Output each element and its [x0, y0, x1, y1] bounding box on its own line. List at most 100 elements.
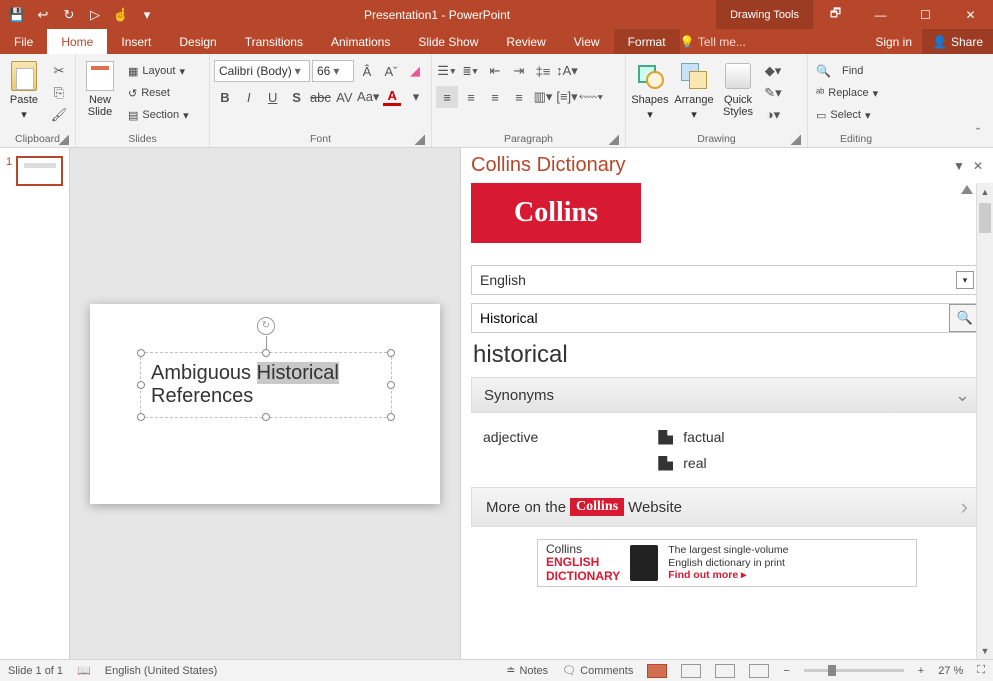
copy-button[interactable]: ⎘	[48, 82, 70, 104]
scroll-down-button[interactable]: ▼	[977, 642, 993, 659]
shadow-button[interactable]: S	[286, 86, 308, 108]
spell-check-icon[interactable]: 📖	[77, 664, 91, 677]
selection-handle[interactable]	[387, 349, 395, 357]
align-left-button[interactable]: ≡	[436, 86, 458, 108]
layout-button[interactable]: ▦ Layout ▾	[124, 60, 193, 82]
ribbon-display-options-button[interactable]: 🗗	[813, 0, 858, 29]
increase-indent-button[interactable]: ⇥	[508, 60, 530, 82]
tell-me-search[interactable]: 💡 Tell me...	[680, 29, 756, 54]
tab-design[interactable]: Design	[165, 29, 230, 54]
zoom-slider-thumb[interactable]	[828, 665, 836, 676]
tab-file[interactable]: File	[0, 29, 47, 54]
bold-button[interactable]: B	[214, 86, 236, 108]
bullets-button[interactable]: ☰▾	[436, 60, 458, 82]
cut-button[interactable]: ✂	[48, 60, 70, 82]
zoom-level[interactable]: 27 %	[938, 665, 963, 677]
taskpane-up-arrow-icon[interactable]	[961, 185, 973, 194]
decrease-indent-button[interactable]: ⇤	[484, 60, 506, 82]
tab-insert[interactable]: Insert	[107, 29, 165, 54]
more-on-website-button[interactable]: More on the Collins Website ›	[471, 487, 983, 527]
title-textbox[interactable]: ↻ Ambiguous Historical References	[140, 352, 392, 418]
shape-effects-button[interactable]: ◑▾	[762, 104, 784, 126]
numbering-button[interactable]: ≣▾	[460, 60, 482, 82]
collapse-ribbon-button[interactable]: ˆ	[967, 121, 989, 143]
selection-handle[interactable]	[387, 413, 395, 421]
shapes-button[interactable]: Shapes▾	[630, 60, 670, 121]
format-painter-button[interactable]: 🖌	[48, 104, 70, 126]
italic-button[interactable]: I	[238, 86, 260, 108]
rotate-handle[interactable]: ↻	[257, 317, 275, 335]
select-button[interactable]: ▭ Select ▾	[812, 104, 900, 126]
arrange-button[interactable]: Arrange▾	[674, 60, 714, 121]
selection-handle[interactable]	[137, 413, 145, 421]
change-case-button[interactable]: Aa▾	[357, 86, 379, 108]
tab-transitions[interactable]: Transitions	[231, 29, 317, 54]
text-direction-button[interactable]: ↕A▾	[556, 60, 578, 82]
zoom-in-button[interactable]: +	[918, 665, 924, 677]
normal-view-button[interactable]	[647, 664, 667, 678]
font-size-combo[interactable]: 66▾	[312, 60, 354, 82]
tab-home[interactable]: Home	[47, 29, 107, 54]
slide-thumbnail-1[interactable]: 1	[6, 156, 63, 186]
font-color-button[interactable]: A	[381, 86, 403, 108]
line-spacing-button[interactable]: ‡≡	[532, 60, 554, 82]
slide-thumbnail-pane[interactable]: 1	[0, 148, 70, 659]
quick-styles-button[interactable]: Quick Styles	[718, 60, 758, 118]
justify-button[interactable]: ≡	[508, 86, 530, 108]
decrease-font-button[interactable]: Aˇ	[380, 60, 402, 82]
align-text-button[interactable]: [≡]▾	[556, 86, 578, 108]
zoom-slider[interactable]	[804, 669, 904, 672]
synonyms-header[interactable]: Synonyms ⌄	[471, 377, 983, 413]
maximize-button[interactable]: ☐	[903, 0, 948, 29]
taskpane-close-button[interactable]: ✕	[973, 159, 983, 173]
clipboard-dialog-launcher[interactable]	[59, 135, 69, 145]
selection-handle[interactable]	[262, 413, 270, 421]
slide[interactable]: ↻ Ambiguous Historical References	[90, 304, 440, 504]
strikethrough-button[interactable]: abc	[310, 86, 332, 108]
align-right-button[interactable]: ≡	[484, 86, 506, 108]
new-slide-button[interactable]: New Slide	[80, 60, 120, 118]
columns-button[interactable]: ▥▾	[532, 86, 554, 108]
share-button[interactable]: 👤 Share	[922, 29, 993, 54]
tab-review[interactable]: Review	[492, 29, 559, 54]
reset-button[interactable]: ↺ Reset	[124, 82, 193, 104]
char-spacing-button[interactable]: AV	[333, 86, 355, 108]
minimize-button[interactable]: —	[858, 0, 903, 29]
synonym-item[interactable]: real	[658, 455, 724, 471]
increase-font-button[interactable]: Â	[356, 60, 378, 82]
language-indicator[interactable]: English (United States)	[105, 665, 218, 677]
customize-qat-dropdown[interactable]: ▾	[136, 4, 158, 26]
font-family-combo[interactable]: Calibri (Body)▾	[214, 60, 310, 82]
taskpane-menu-button[interactable]: ▼	[953, 159, 965, 173]
clear-formatting-button[interactable]: ◢	[404, 60, 426, 82]
find-button[interactable]: Find	[812, 60, 900, 82]
sign-in-link[interactable]: Sign in	[865, 29, 922, 54]
comments-button[interactable]: 🗨 Comments	[562, 664, 633, 677]
undo-button[interactable]: ↩	[32, 4, 54, 26]
scroll-thumb[interactable]	[979, 203, 991, 233]
shape-outline-button[interactable]: ✎▾	[762, 82, 784, 104]
font-color-dropdown[interactable]: ▾	[405, 86, 427, 108]
selection-handle[interactable]	[387, 381, 395, 389]
font-dialog-launcher[interactable]	[415, 135, 425, 145]
collins-ad-banner[interactable]: Collins ENGLISH DICTIONARY The largest s…	[537, 539, 917, 587]
redo-button[interactable]: ↻	[58, 4, 80, 26]
tab-view[interactable]: View	[560, 29, 614, 54]
slide-indicator[interactable]: Slide 1 of 1	[8, 665, 63, 677]
slideshow-view-button[interactable]	[749, 664, 769, 678]
reading-view-button[interactable]	[715, 664, 735, 678]
replace-button[interactable]: ᵃᵇReplace ▾	[812, 82, 900, 104]
dictionary-search-input[interactable]	[472, 310, 948, 326]
paragraph-dialog-launcher[interactable]	[609, 135, 619, 145]
zoom-out-button[interactable]: −	[783, 665, 789, 677]
save-button[interactable]: 💾	[6, 4, 28, 26]
slide-canvas-area[interactable]: ↻ Ambiguous Historical References	[70, 148, 460, 659]
paste-button[interactable]: Paste ▾	[4, 60, 44, 121]
language-dropdown[interactable]: English ▾	[471, 265, 983, 295]
selection-handle[interactable]	[137, 381, 145, 389]
smartart-button[interactable]: ⬳▾	[580, 86, 602, 108]
shape-fill-button[interactable]: ◆▾	[762, 60, 784, 82]
notes-button[interactable]: ≐ Notes	[506, 664, 548, 677]
align-center-button[interactable]: ≡	[460, 86, 482, 108]
synonym-item[interactable]: factual	[658, 429, 724, 445]
